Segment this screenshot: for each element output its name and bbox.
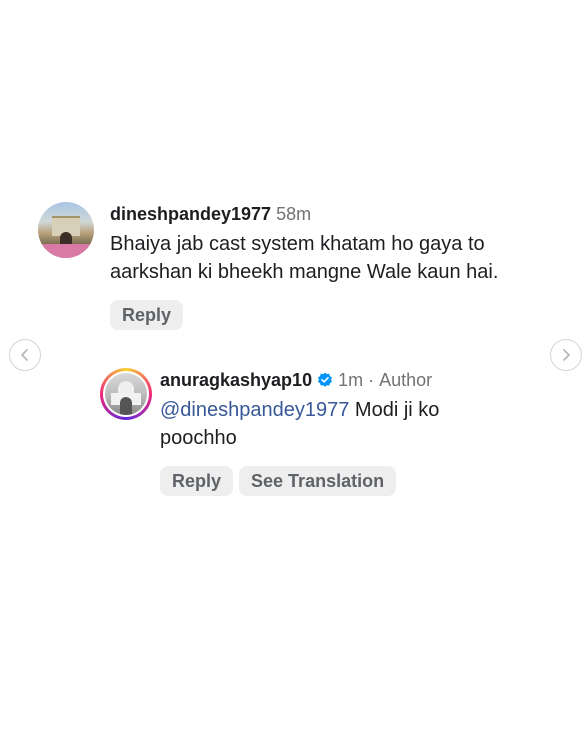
username[interactable]: dineshpandey1977 bbox=[110, 202, 271, 226]
carousel-next-button[interactable] bbox=[550, 339, 582, 371]
avatar bbox=[105, 373, 147, 415]
reply-button[interactable]: Reply bbox=[160, 466, 234, 496]
comment-header: anuragkashyap10 1m · Author bbox=[160, 368, 580, 392]
chevron-left-icon bbox=[21, 349, 28, 361]
comment-text-line: aarkshan ki bheekh mangne Wale kaun hai. bbox=[110, 261, 499, 283]
story-ring[interactable] bbox=[100, 368, 152, 420]
comment-time: 58m bbox=[276, 204, 312, 224]
comment-actions: Reply See Translation bbox=[160, 466, 580, 496]
comment-body: anuragkashyap10 1m · Author @dineshpande… bbox=[160, 368, 580, 496]
comment-text-line: Bhaiya jab cast system khatam ho gaya to bbox=[110, 233, 485, 255]
comment-body: dineshpandey1977 58m Bhaiya jab cast sys… bbox=[110, 202, 580, 330]
comment-header: dineshpandey1977 58m bbox=[110, 202, 580, 226]
see-translation-button[interactable]: See Translation bbox=[239, 466, 397, 496]
reply-button[interactable]: Reply bbox=[110, 300, 184, 330]
avatar[interactable] bbox=[38, 202, 94, 258]
comment-text-line: poochho bbox=[160, 427, 237, 449]
author-label: Author bbox=[379, 370, 433, 390]
comment-text-fragment: Modi ji ko bbox=[354, 399, 440, 421]
comment-text-line: @dineshpandey1977 Modi ji ko bbox=[160, 396, 580, 424]
carousel-prev-button[interactable] bbox=[9, 339, 41, 371]
comment-time: 1m bbox=[338, 370, 364, 390]
mention-link[interactable]: @dineshpandey1977 bbox=[160, 399, 349, 421]
meta-separator: · bbox=[368, 370, 375, 390]
verified-badge-icon bbox=[318, 372, 333, 387]
comment-text: Bhaiya jab cast system khatam ho gaya to… bbox=[110, 230, 580, 286]
comment-actions: Reply bbox=[110, 300, 580, 330]
comment-text: @dineshpandey1977 Modi ji ko poochho bbox=[160, 396, 580, 452]
chevron-right-icon bbox=[563, 349, 570, 361]
username[interactable]: anuragkashyap10 bbox=[160, 368, 312, 392]
